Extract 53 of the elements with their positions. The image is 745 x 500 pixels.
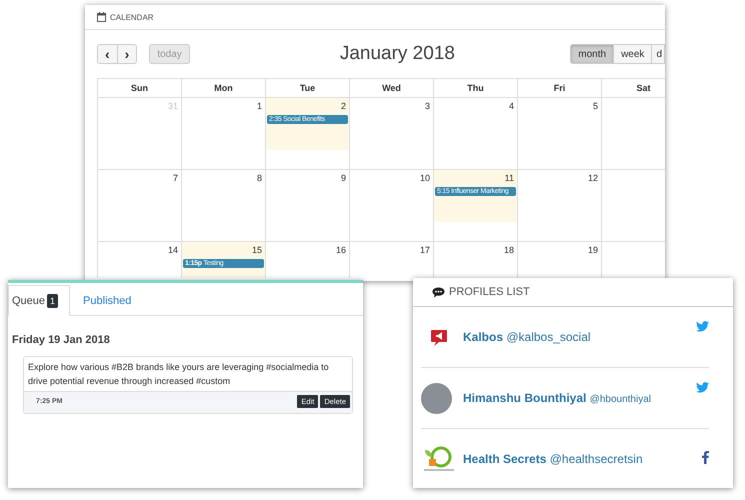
weekday-header: Mon [182, 79, 266, 98]
day-number: 9 [340, 173, 347, 183]
day-number: 3 [424, 101, 431, 111]
day-number: 2 [340, 101, 347, 111]
day-number: 15 [250, 245, 263, 255]
day-number: 12 [586, 173, 599, 183]
day-number: 16 [334, 245, 347, 255]
panel-title: CALENDAR [110, 12, 154, 22]
day-number: 19 [586, 245, 599, 255]
day-cell[interactable]: 5 [518, 98, 602, 170]
day-number: 5 [592, 101, 599, 111]
weekday-header: Thu [434, 79, 518, 98]
count-badge: 1 [47, 294, 58, 308]
avatar-placeholder [421, 382, 452, 414]
day-number: 11 [504, 173, 515, 183]
post-text: Explore how various #B2B brands like yours are leveraging #socialmedia to drive potential revenue through increased #custom [27, 361, 330, 388]
day-number: 14 [166, 245, 179, 255]
tab[interactable]: Queue 1 [8, 285, 70, 316]
panel-title: PROFILES LIST [449, 286, 530, 298]
weekday-header: Fri [518, 79, 602, 98]
facebook-icon [702, 451, 709, 464]
date-heading: Friday 19 Jan 2018 [12, 334, 111, 346]
profile-name[interactable]: Kalbos @kalbos_social [463, 330, 591, 344]
bird-icon [696, 382, 709, 393]
day-number: 31 [166, 101, 179, 111]
day-cell[interactable]: 16 [266, 242, 350, 278]
day-number: 8 [256, 173, 263, 183]
weekday-header: Sun [98, 79, 182, 98]
day-cell[interactable]: 9 [266, 170, 350, 242]
chat-icon [432, 286, 445, 298]
weekday-header: Wed [350, 79, 434, 98]
day-number: 17 [418, 245, 431, 255]
day-number: 18 [502, 245, 515, 255]
next-button[interactable]: › [118, 44, 138, 64]
day-number: 1 [256, 101, 263, 111]
month-title: January 2018 [340, 43, 456, 65]
day-cell[interactable]: 3 [350, 98, 434, 170]
day-cell[interactable]: 7 [98, 170, 182, 242]
previous-button[interactable]: ‹ [97, 44, 118, 64]
calendar-icon [97, 12, 106, 22]
weekday-header: Sat [602, 79, 665, 98]
day-cell[interactable]: 12 [518, 170, 602, 242]
day-number: 7 [172, 173, 179, 183]
profile-name[interactable]: Himanshu Bounthiyal @hbounthiyal [463, 391, 651, 405]
profile-name[interactable]: Health Secrets @healthsecretsin [463, 452, 643, 466]
view-button[interactable]: week [614, 44, 652, 64]
tab[interactable]: Published [70, 286, 144, 315]
bird-icon [696, 321, 709, 332]
logo-drawing [421, 444, 457, 474]
day-number: 10 [418, 173, 431, 183]
day-number: 4 [508, 101, 515, 111]
view-button[interactable]: month [570, 44, 614, 64]
view-button[interactable]: d [652, 44, 665, 64]
